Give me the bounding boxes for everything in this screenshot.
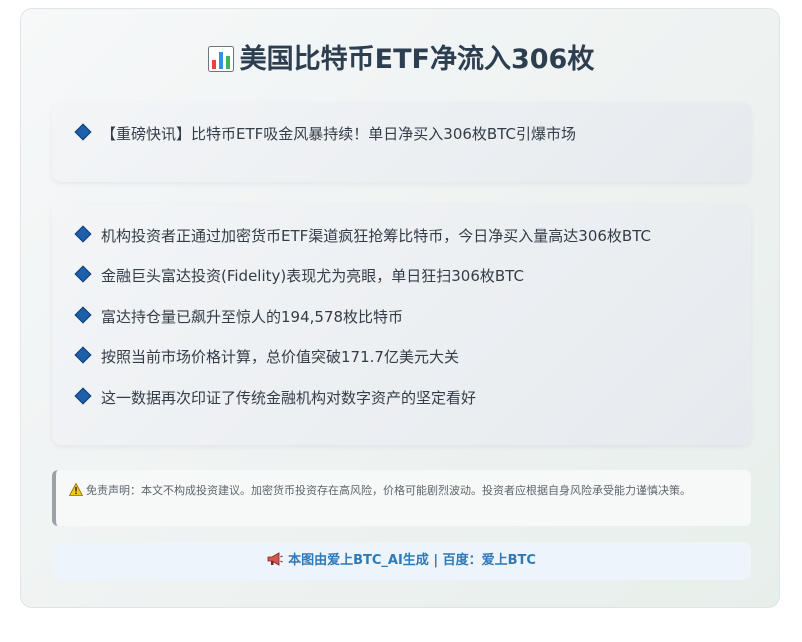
- diamond-bullet-icon: [74, 225, 92, 243]
- footer-text: 本图由爱上BTC_AI生成 | 百度：爱上BTC: [288, 553, 536, 568]
- headline-box: 【重磅快讯】比特币ETF吸金风暴持续！单日净买入306枚BTC引爆市场: [52, 102, 751, 182]
- page-title: 美国比特币ETF净流入306枚: [21, 43, 781, 77]
- key-points-box: 机构投资者正通过加密货币ETF渠道疯狂抢筹比特币，今日净买入量高达306枚BTC…: [52, 204, 751, 445]
- warning-icon: [69, 483, 83, 496]
- list-item: 这一数据再次印证了传统金融机构对数字资产的坚定看好: [74, 385, 476, 411]
- news-card: 美国比特币ETF净流入306枚 【重磅快讯】比特币ETF吸金风暴持续！单日净买入…: [20, 8, 780, 608]
- disclaimer-text: 免责声明：本文不构成投资建议。加密货币投资存在高风险，价格可能剧烈波动。投资者应…: [86, 484, 691, 497]
- headline-item: 【重磅快讯】比特币ETF吸金风暴持续！单日净买入306枚BTC引爆市场: [74, 121, 576, 147]
- list-item-text: 富达持仓量已飙升至惊人的194,578枚比特币: [101, 308, 404, 326]
- list-item: 机构投资者正通过加密货币ETF渠道疯狂抢筹比特币，今日净买入量高达306枚BTC: [74, 223, 651, 249]
- headline-text: 【重磅快讯】比特币ETF吸金风暴持续！单日净买入306枚BTC引爆市场: [101, 125, 576, 143]
- footer-credit: 本图由爱上BTC_AI生成 | 百度：爱上BTC: [52, 542, 751, 580]
- list-item-text: 按照当前市场价格计算，总价值突破171.7亿美元大关: [101, 348, 459, 366]
- list-item: 富达持仓量已飙升至惊人的194,578枚比特币: [74, 304, 403, 330]
- list-item: 按照当前市场价格计算，总价值突破171.7亿美元大关: [74, 344, 459, 370]
- list-item-text: 金融巨头富达投资(Fidelity)表现尤为亮眼，单日狂扫306枚BTC: [101, 267, 524, 285]
- diamond-bullet-icon: [74, 387, 92, 405]
- page-title-text: 美国比特币ETF净流入306枚: [239, 44, 595, 75]
- diamond-bullet-icon: [74, 346, 92, 364]
- bar-chart-icon: [207, 46, 234, 72]
- disclaimer-box: 免责声明：本文不构成投资建议。加密货币投资存在高风险，价格可能剧烈波动。投资者应…: [52, 470, 751, 526]
- list-item-text: 机构投资者正通过加密货币ETF渠道疯狂抢筹比特币，今日净买入量高达306枚BTC: [101, 227, 651, 245]
- megaphone-icon: [267, 552, 283, 566]
- list-item-text: 这一数据再次印证了传统金融机构对数字资产的坚定看好: [101, 389, 477, 407]
- diamond-bullet-icon: [74, 306, 92, 324]
- diamond-bullet-icon: [74, 265, 92, 283]
- diamond-bullet-icon: [74, 123, 92, 141]
- list-item: 金融巨头富达投资(Fidelity)表现尤为亮眼，单日狂扫306枚BTC: [74, 263, 524, 289]
